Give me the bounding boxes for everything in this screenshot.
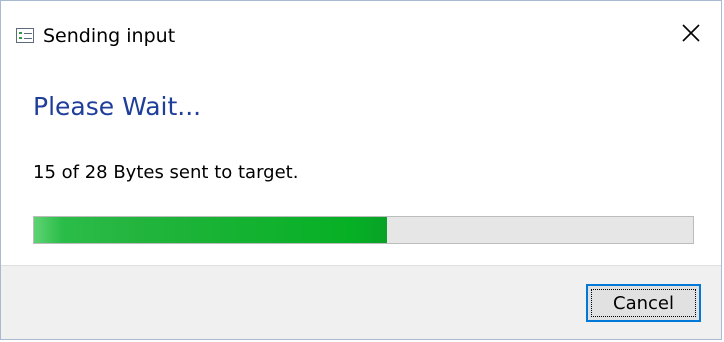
cancel-button[interactable]: Cancel (586, 284, 701, 322)
progress-bar (33, 216, 694, 244)
close-icon (682, 24, 700, 42)
dialog-footer: Cancel (1, 265, 721, 339)
close-button[interactable] (661, 1, 721, 65)
progress-fill (34, 217, 388, 243)
window-title: Sending input (43, 25, 176, 47)
form-window-icon (16, 28, 34, 43)
status-message: 15 of 28 Bytes sent to target. (33, 162, 299, 183)
dialog-heading: Please Wait... (33, 92, 202, 121)
cancel-button-label: Cancel (613, 292, 674, 314)
dialog-window: Sending input Please Wait... 15 of 28 By… (0, 0, 722, 340)
title-bar[interactable]: Sending input (1, 1, 721, 65)
